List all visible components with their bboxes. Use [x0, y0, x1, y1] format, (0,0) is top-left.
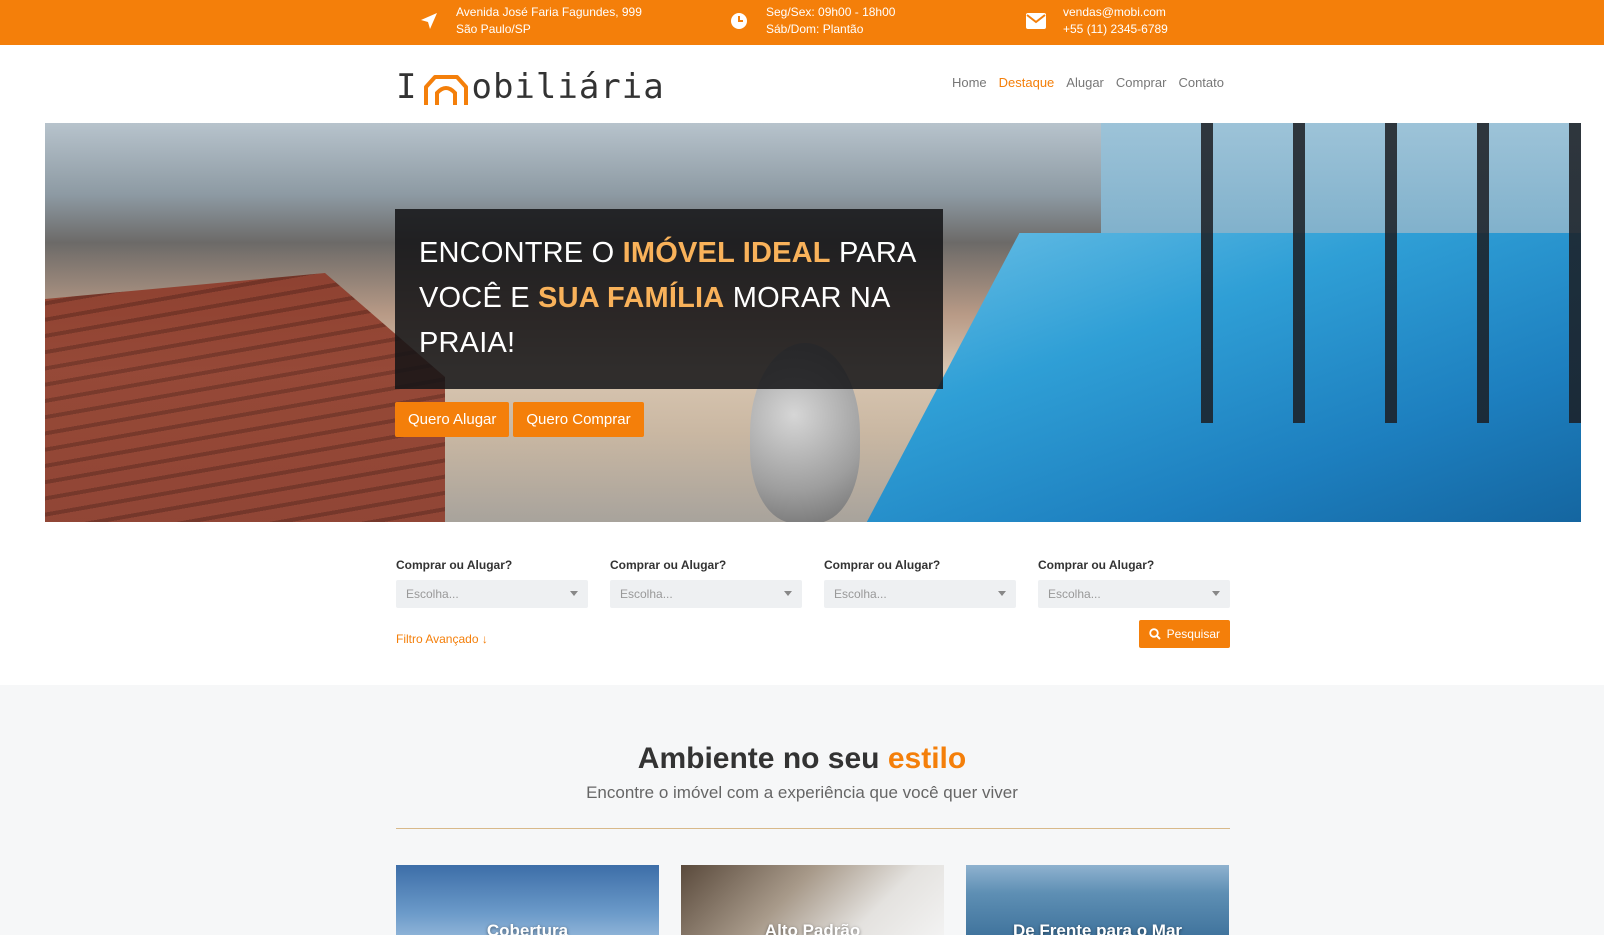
site-logo[interactable]: I obiliária	[396, 67, 665, 107]
email-link[interactable]: vendas@mobi.com	[1063, 4, 1168, 21]
address-info: Avenida José Faria Fagundes, 999 São Pau…	[418, 4, 642, 38]
top-info-bar: Avenida José Faria Fagundes, 999 São Pau…	[0, 0, 1604, 45]
house-logo-icon	[424, 75, 469, 105]
nav-home[interactable]: Home	[952, 75, 987, 90]
hero-banner: ENCONTRE O IMÓVEL IDEAL PARA VOCÊ E SUA …	[45, 123, 1581, 522]
caret-down-icon	[998, 591, 1006, 596]
contact-info: vendas@mobi.com +55 (11) 2345-6789	[1025, 4, 1168, 38]
search-field-3: Comprar ou Alugar? Escolha...	[824, 558, 1016, 608]
choice-select[interactable]: Escolha...	[1038, 580, 1230, 608]
search-field-4: Comprar ou Alugar? Escolha...	[1038, 558, 1230, 608]
section-subtitle: Encontre o imóvel com a experiência que …	[586, 783, 1018, 802]
address-line-2: São Paulo/SP	[456, 22, 531, 36]
category-card-frente-mar[interactable]: De Frente para o Mar	[966, 865, 1229, 935]
logo-letter: I	[396, 67, 418, 107]
caret-down-icon	[1212, 591, 1220, 596]
search-button[interactable]: Pesquisar	[1138, 620, 1230, 648]
buy-button[interactable]: Quero Comprar	[513, 402, 644, 437]
envelope-icon	[1025, 10, 1047, 32]
rent-button[interactable]: Quero Alugar	[395, 402, 510, 437]
category-cards: Cobertura Alto Padrão De Frente para o M…	[396, 865, 1229, 935]
hours-info: Seg/Sex: 09h00 - 18h00 Sáb/Dom: Plantão	[728, 4, 895, 38]
field-label: Comprar ou Alugar?	[396, 558, 513, 572]
choice-select[interactable]: Escolha...	[610, 580, 802, 608]
search-field-2: Comprar ou Alugar? Escolha...	[610, 558, 802, 608]
style-section: Ambiente no seu estilo Encontre o imóvel…	[0, 685, 1604, 935]
main-nav: Home Destaque Alugar Comprar Contato	[952, 75, 1224, 90]
hero-title: ENCONTRE O IMÓVEL IDEAL PARA VOCÊ E SUA …	[419, 237, 915, 359]
clock-icon	[728, 10, 750, 32]
card-label: Alto Padrão	[764, 921, 861, 935]
nav-contato[interactable]: Contato	[1178, 75, 1224, 90]
hours-line-1: Seg/Sex: 09h00 - 18h00	[766, 5, 896, 19]
logo-text: obiliária	[471, 67, 665, 107]
search-field-1: Comprar ou Alugar? Escolha...	[396, 558, 588, 608]
category-card-alto-padrao[interactable]: Alto Padrão	[681, 865, 944, 935]
advanced-filter-link[interactable]: Filtro Avançado ↓	[396, 632, 488, 646]
card-label: Cobertura	[486, 921, 569, 935]
category-card-cobertura[interactable]: Cobertura	[396, 865, 659, 935]
hero-deck-chairs-image	[45, 273, 445, 522]
nav-comprar[interactable]: Comprar	[1116, 75, 1167, 90]
hero-railing-image	[1121, 123, 1581, 423]
hours-line-2: Sáb/Dom: Plantão	[766, 22, 864, 36]
address-line-1: Avenida José Faria Fagundes, 999	[456, 5, 642, 19]
site-header: I obiliária Home Destaque Alugar Comprar…	[0, 45, 1604, 123]
choice-select[interactable]: Escolha...	[824, 580, 1016, 608]
section-divider	[396, 828, 1230, 829]
field-label: Comprar ou Alugar?	[824, 558, 941, 572]
card-label: De Frente para o Mar	[1012, 921, 1183, 935]
hero-headline-box: ENCONTRE O IMÓVEL IDEAL PARA VOCÊ E SUA …	[395, 209, 943, 389]
field-label: Comprar ou Alugar?	[610, 558, 727, 572]
field-label: Comprar ou Alugar?	[1038, 558, 1155, 572]
property-search: Comprar ou Alugar? Escolha... Comprar ou…	[396, 558, 1230, 660]
hero-cta-group: Quero Alugar Quero Comprar	[395, 402, 644, 437]
section-title: Ambiente no seu estilo	[637, 742, 967, 775]
caret-down-icon	[784, 591, 792, 596]
location-arrow-icon	[418, 10, 440, 32]
caret-down-icon	[570, 591, 578, 596]
search-icon	[1148, 628, 1161, 640]
nav-destaque[interactable]: Destaque	[999, 75, 1055, 90]
phone-number: +55 (11) 2345-6789	[1063, 22, 1168, 36]
choice-select[interactable]: Escolha...	[396, 580, 588, 608]
nav-alugar[interactable]: Alugar	[1066, 75, 1104, 90]
